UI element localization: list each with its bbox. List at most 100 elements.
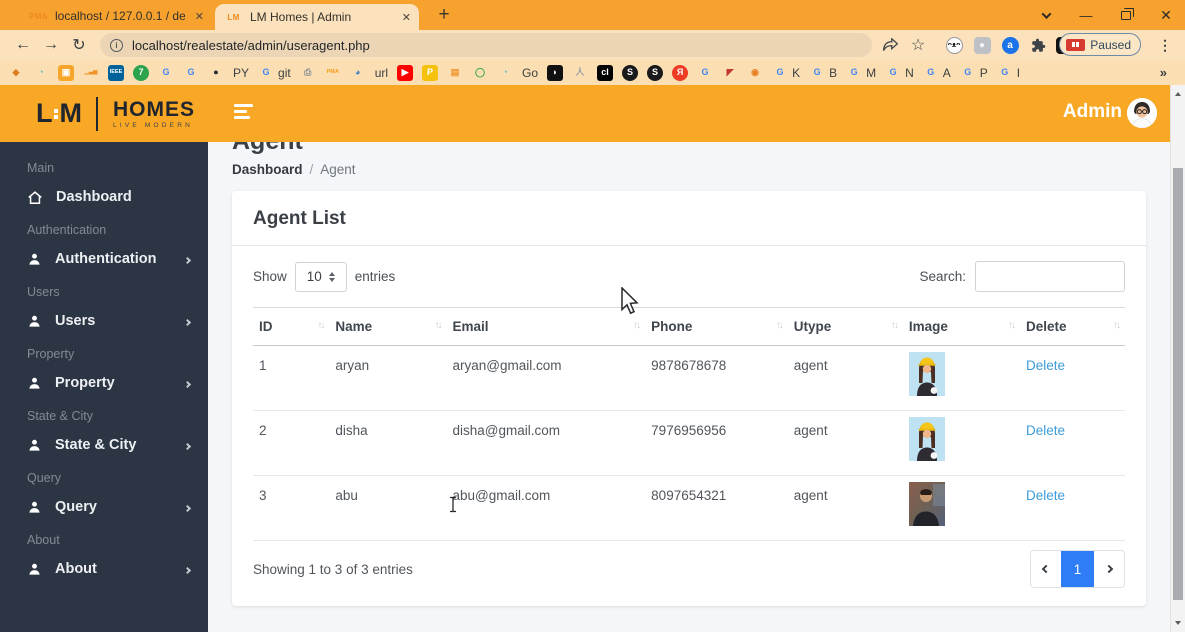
bookmark-item[interactable]: ◔ — [497, 65, 513, 81]
sidebar-toggle-icon[interactable] — [234, 104, 253, 119]
bookmark-item[interactable]: ◉ — [747, 65, 763, 81]
bookmark-item[interactable]: GP — [960, 65, 988, 81]
bookmark-item[interactable]: PMA — [325, 65, 341, 81]
bookmark-label: B — [829, 66, 837, 80]
column-header-email[interactable]: Email↑↓ — [447, 308, 646, 346]
pagination-page-1[interactable]: 1 — [1061, 551, 1094, 587]
tab-lm-homes-admin[interactable]: LM LM Homes | Admin ✕ — [215, 4, 419, 30]
search-input[interactable] — [975, 261, 1125, 292]
bookmark-item[interactable]: GK — [772, 65, 800, 81]
bookmark-label: M — [866, 66, 876, 80]
bookmark-item[interactable]: ◆ — [8, 65, 24, 81]
window-minimize-button[interactable]: — — [1067, 0, 1105, 30]
sidebar-item-users[interactable]: Users — [0, 304, 208, 338]
bookmark-item[interactable]: PY — [233, 66, 249, 80]
logo-mark: L M — [36, 98, 81, 129]
agent-table: ID↑↓ Name↑↓ Email↑↓ Phone↑↓ Utype↑↓ Imag… — [253, 307, 1125, 541]
scrollbar-thumb[interactable] — [1173, 168, 1183, 600]
bookmark-item[interactable]: ◤ — [722, 65, 738, 81]
pagination-prev-button[interactable] — [1031, 551, 1061, 587]
extension-a-icon[interactable]: a — [998, 30, 1022, 60]
bookmark-item[interactable]: P — [422, 65, 438, 81]
breadcrumb-dashboard-link[interactable]: Dashboard — [232, 162, 303, 177]
column-header-id[interactable]: ID↑↓ — [253, 308, 329, 346]
admin-menu[interactable]: Admin — [1063, 101, 1122, 123]
admin-avatar[interactable] — [1127, 98, 1157, 128]
bookmark-label: P — [980, 66, 988, 80]
bookmark-item[interactable]: G — [158, 65, 174, 81]
extension-panda-icon[interactable]: ᴖᴥᴖ — [942, 30, 966, 60]
bookmark-item[interactable]: ▁▃▅ — [83, 65, 99, 81]
column-header-name[interactable]: Name↑↓ — [329, 308, 446, 346]
bookmark-item[interactable]: GI — [997, 65, 1020, 81]
window-restore-button[interactable] — [1107, 0, 1145, 30]
page-length-select[interactable]: 10 — [295, 262, 347, 292]
bookmark-item[interactable]: GA — [923, 65, 951, 81]
bookmark-item[interactable]: ● — [208, 65, 224, 81]
bookmark-item[interactable]: cl — [597, 65, 613, 81]
extension-paused-badge[interactable]: Paused — [1059, 33, 1141, 56]
agent-list-card: Agent List Show 10 entries Search: — [232, 191, 1146, 606]
bookmark-item[interactable]: 7 — [133, 65, 149, 81]
scrollbar-down-arrow[interactable] — [1171, 616, 1185, 630]
delete-link[interactable]: Delete — [1026, 423, 1065, 438]
column-header-utype[interactable]: Utype↑↓ — [788, 308, 903, 346]
new-tab-button[interactable]: + — [432, 3, 456, 27]
delete-link[interactable]: Delete — [1026, 358, 1065, 373]
bookmark-item[interactable]: ⎙ — [300, 65, 316, 81]
tab-close-icon[interactable]: ✕ — [400, 11, 419, 24]
bookmark-item[interactable]: ▶ — [397, 65, 413, 81]
bookmark-item[interactable]: ▣ — [58, 65, 74, 81]
column-header-delete[interactable]: Delete↑↓ — [1020, 308, 1125, 346]
bookmark-item[interactable]: GB — [809, 65, 837, 81]
site-info-icon[interactable]: i — [110, 39, 123, 52]
reload-button-icon[interactable]: ↻ — [66, 30, 92, 60]
bookmark-item[interactable]: Я — [672, 65, 688, 81]
bookmark-item[interactable]: Ggit — [258, 65, 291, 81]
bookmark-star-icon[interactable]: ☆ — [906, 30, 930, 60]
bookmark-item[interactable]: url — [375, 66, 388, 80]
bookmark-item[interactable]: S — [622, 65, 638, 81]
user-icon — [27, 314, 42, 329]
browser-menu-icon[interactable]: ⋮ — [1155, 30, 1175, 60]
bookmark-item[interactable]: Go — [522, 66, 538, 80]
sidebar-item-authentication[interactable]: Authentication — [0, 242, 208, 276]
sidebar-item-property[interactable]: Property — [0, 366, 208, 400]
forward-button-icon[interactable]: → — [38, 30, 64, 60]
pagination-next-button[interactable] — [1094, 551, 1124, 587]
address-bar[interactable]: i localhost/realestate/admin/useragent.p… — [100, 33, 872, 57]
sidebar-item-dashboard[interactable]: Dashboard — [0, 180, 208, 214]
column-header-phone[interactable]: Phone↑↓ — [645, 308, 788, 346]
tab-close-icon[interactable]: ✕ — [193, 10, 212, 23]
lm-homes-logo[interactable]: L M HOMES LIVE MODERN — [36, 97, 195, 131]
bookmark-item[interactable]: S — [647, 65, 663, 81]
extension-person-icon[interactable]: ● — [970, 30, 994, 60]
window-menu-button[interactable] — [1027, 0, 1065, 30]
bookmark-item[interactable]: ◔ — [33, 65, 49, 81]
extensions-puzzle-icon[interactable] — [1026, 30, 1050, 60]
sidebar-item-query[interactable]: Query — [0, 490, 208, 524]
back-button-icon[interactable]: ← — [10, 30, 36, 60]
scrollbar-up-arrow[interactable] — [1171, 87, 1185, 101]
bookmark-item[interactable]: ◕ — [350, 65, 366, 81]
delete-link[interactable]: Delete — [1026, 488, 1065, 503]
column-header-image[interactable]: Image↑↓ — [903, 308, 1020, 346]
bookmark-item[interactable]: ▤ — [447, 65, 463, 81]
bookmark-icon: ▣ — [58, 65, 74, 81]
bookmark-item[interactable]: IEEE — [108, 65, 124, 81]
bookmark-item[interactable]: ◯ — [472, 65, 488, 81]
share-icon[interactable] — [878, 30, 902, 60]
window-close-button[interactable]: ✕ — [1147, 0, 1185, 30]
sidebar-item-about[interactable]: About — [0, 552, 208, 586]
tab-phpmyadmin[interactable]: PMA localhost / 127.0.0.1 / developers ✕ — [30, 3, 212, 29]
bookmark-item[interactable]: GM — [846, 65, 876, 81]
bookmarks-overflow-chevron[interactable]: » — [1160, 60, 1167, 85]
bookmark-item[interactable]: 人 — [572, 65, 588, 81]
male-agent-photo — [909, 482, 945, 526]
bookmark-item[interactable]: G — [697, 65, 713, 81]
sidebar-item-state-city[interactable]: State & City — [0, 428, 208, 462]
bookmark-item[interactable]: ◗ — [547, 65, 563, 81]
bookmark-item[interactable]: G — [183, 65, 199, 81]
logo-divider — [96, 97, 98, 131]
bookmark-item[interactable]: GN — [885, 65, 914, 81]
